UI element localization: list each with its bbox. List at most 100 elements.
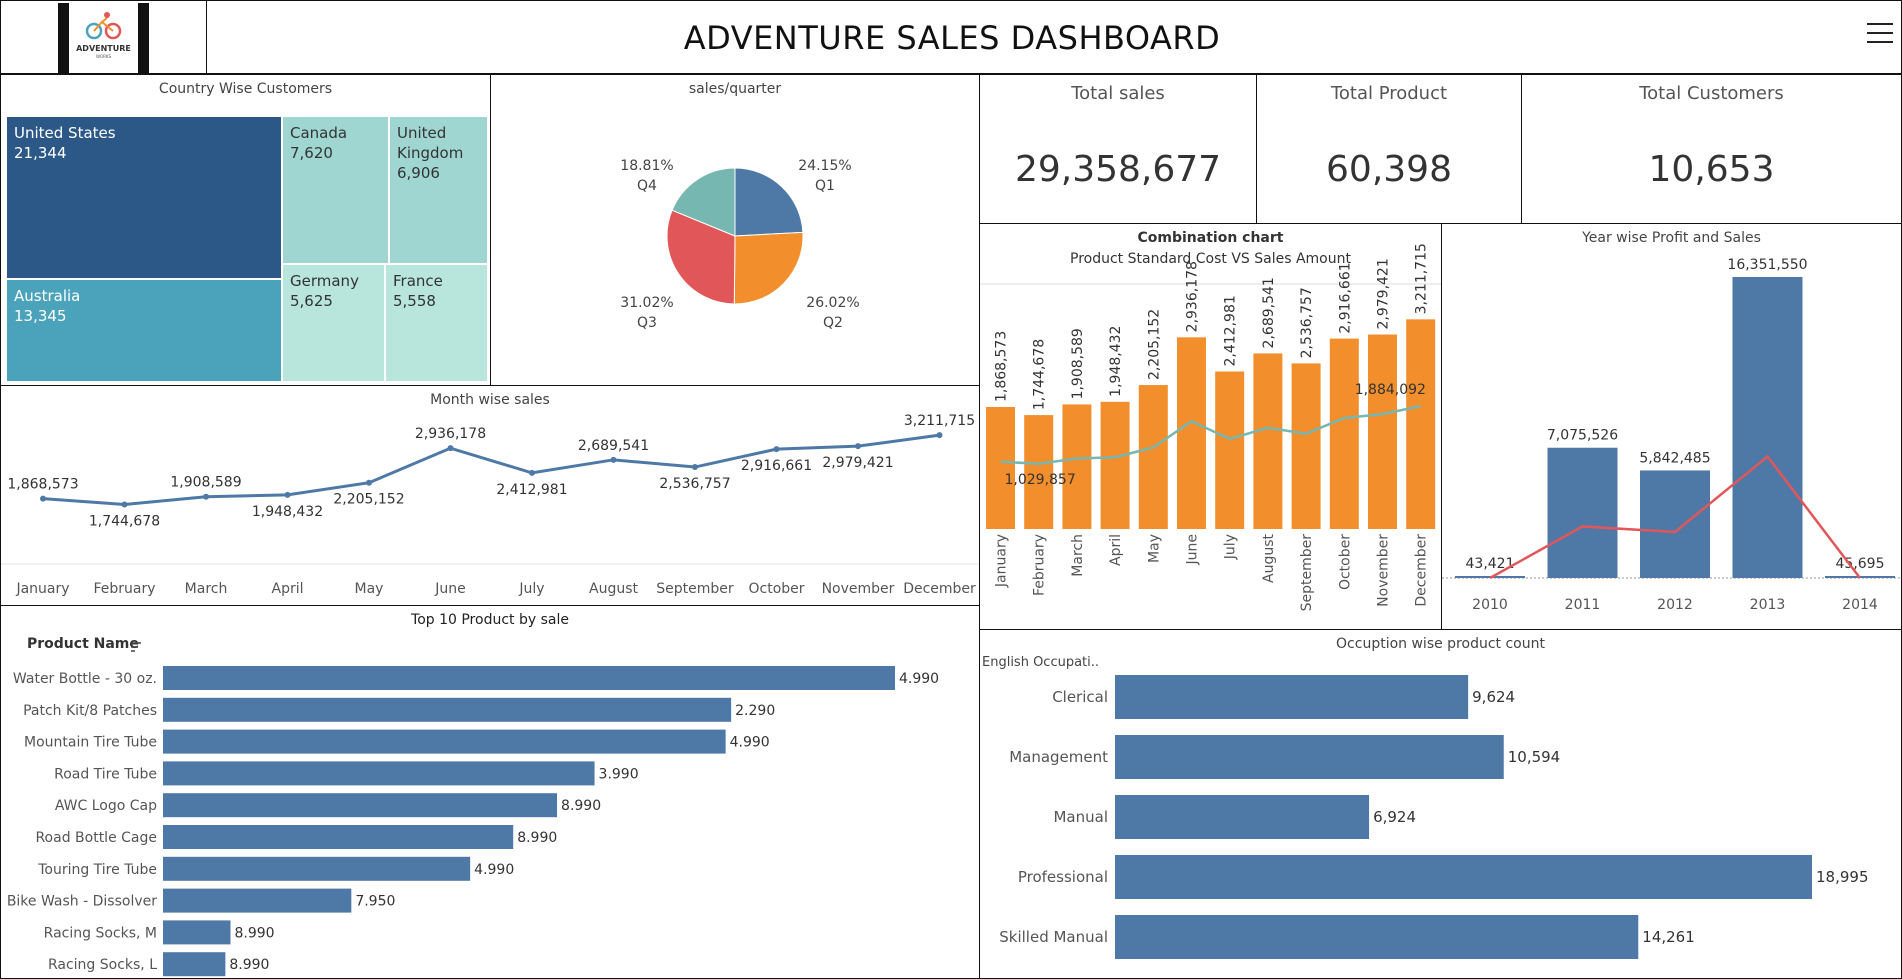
line-point xyxy=(529,469,535,476)
treemap-cell-value: 7,620 xyxy=(290,144,333,162)
product-value-label: 3.990 xyxy=(599,766,639,782)
kpi-total-product-value: 60,398 xyxy=(1326,149,1452,190)
combo-bar-label: 1,744,678 xyxy=(1032,339,1048,410)
treemap-cell-value: 6,906 xyxy=(397,164,440,182)
treemap-cell-name: United Kingdom xyxy=(397,124,464,162)
sales-quarter-panel: sales/quarter 24.15% Q1 26.02% Q2 31.02% Q3 18… xyxy=(490,74,980,386)
year-profit-sales-panel: Year wise Profit and Sales 43,421 2010 7,0… xyxy=(1441,223,1902,630)
product-bar xyxy=(163,729,726,754)
kpi-total-sales-value: 29,358,677 xyxy=(1014,149,1222,190)
line-x-tick: November xyxy=(822,581,895,597)
top-products-panel: Top 10 Product by sale Product Name Water… xyxy=(0,605,980,979)
line-data-label: 2,916,661 xyxy=(741,458,812,474)
product-bar xyxy=(163,952,226,977)
line-point xyxy=(121,501,128,508)
combo-bar-label: 2,979,421 xyxy=(1376,258,1392,329)
kpi-total-customers-value: 10,653 xyxy=(1648,149,1775,190)
line-point xyxy=(40,495,46,502)
occupation-bar xyxy=(1115,675,1469,719)
line-data-label: 2,689,541 xyxy=(578,438,649,454)
occupation-bar-chart: English Occupati.. Clerical 9,624 Managemen… xyxy=(982,655,1869,959)
pie-slice-pct: 24.15% xyxy=(798,158,851,174)
occupation-name-label: Clerical xyxy=(1052,688,1108,706)
product-value-label: 8.990 xyxy=(561,798,601,814)
product-name-label: Patch Kit/8 Patches xyxy=(23,703,157,719)
line-x-tick: May xyxy=(355,581,384,597)
bicycle-logo-icon xyxy=(85,12,122,40)
combo-sales-bar xyxy=(1253,353,1283,529)
kpi-total-sales: Total sales 29,358,677 xyxy=(979,74,1257,224)
combo-x-tick: April xyxy=(1108,534,1124,566)
adventure-works-logo: ADVENTURE WORKS xyxy=(58,3,149,73)
combo-sales-bar xyxy=(1329,338,1359,529)
year-profit-sales-chart: 43,42120107,075,52620115,842,485201216,3… xyxy=(1442,257,1901,613)
line-data-label: 1,868,573 xyxy=(7,477,78,493)
occupation-name-label: Professional xyxy=(1018,868,1108,886)
product-value-label: 8.990 xyxy=(229,957,269,973)
line-x-tick: March xyxy=(185,581,228,597)
treemap-cell-name: Australia xyxy=(14,287,81,305)
combo-sales-bar xyxy=(1368,334,1397,529)
product-bar xyxy=(163,920,231,945)
logo-subtext: WORKS xyxy=(95,54,112,59)
dashboard-title: ADVENTURE SALES DASHBOARD xyxy=(683,19,1221,57)
hamburger-menu-icon[interactable] xyxy=(1867,23,1893,45)
product-value-label: 8.990 xyxy=(517,830,557,846)
combo-x-tick: August xyxy=(1261,533,1277,583)
combo-sales-bar xyxy=(1215,371,1245,529)
combo-bar-label: 2,205,152 xyxy=(1146,309,1162,380)
year-bar-label: 16,351,550 xyxy=(1727,257,1807,273)
treemap-cell-france: France 5,558 xyxy=(385,264,488,382)
combination-chart-panel: Combination chart Product Standard Cost … xyxy=(979,223,1442,630)
line-x-tick: October xyxy=(748,581,804,597)
treemap-cell-value: 5,625 xyxy=(290,292,333,310)
occupation-bar xyxy=(1115,915,1639,959)
combo-x-tick: June xyxy=(1185,534,1201,566)
year-sales-bar xyxy=(1732,276,1803,578)
line-point xyxy=(284,491,291,498)
combo-sales-bar xyxy=(1062,404,1092,529)
product-bar xyxy=(163,856,471,881)
occupation-value-label: 14,261 xyxy=(1642,928,1695,946)
line-x-tick: February xyxy=(93,581,155,597)
combo-bar-label: 2,536,757 xyxy=(1299,287,1315,358)
combo-x-tick: October xyxy=(1337,534,1353,590)
combo-cost-label: 1,884,092 xyxy=(1355,382,1426,398)
line-point xyxy=(936,432,943,439)
occupation-value-label: 18,995 xyxy=(1816,868,1869,886)
country-treemap: United States 21,344 Australia 13,345 Canada… xyxy=(6,116,488,382)
quarter-pie-chart: 24.15% Q1 26.02% Q2 31.02% Q3 18.81% Q4 xyxy=(620,158,859,331)
line-x-tick: July xyxy=(518,581,544,597)
pie-slice-label: Q2 xyxy=(823,315,843,331)
line-data-label: 1,908,589 xyxy=(170,475,241,491)
pie-slice-q2 xyxy=(733,231,804,305)
product-name-label: Touring Tire Tube xyxy=(37,862,157,878)
line-x-tick: September xyxy=(656,581,734,597)
line-point xyxy=(447,445,454,452)
month-line-chart: 1,868,573 January 1,744,678 February 1,908,5… xyxy=(1,413,979,597)
combo-bar-label: 1,868,573 xyxy=(994,331,1010,402)
line-point xyxy=(855,443,861,450)
line-data-label: 2,936,178 xyxy=(415,426,486,442)
pie-slice-label: Q3 xyxy=(637,315,657,331)
occupation-bar xyxy=(1115,795,1370,839)
product-bar xyxy=(163,888,352,913)
year-bar-label: 7,075,526 xyxy=(1547,428,1618,444)
combo-cost-label: 1,029,857 xyxy=(1005,472,1076,488)
combo-bar-label: 2,916,661 xyxy=(1337,262,1353,333)
kpi-total-product: Total Product 60,398 xyxy=(1256,74,1522,224)
combo-x-tick: September xyxy=(1299,534,1315,612)
line-data-label: 1,744,678 xyxy=(89,513,160,529)
kpi-total-customers-label: Total Customers xyxy=(1639,83,1784,104)
line-point xyxy=(203,493,209,500)
year-x-tick: 2013 xyxy=(1750,597,1786,613)
product-value-label: 2.290 xyxy=(735,703,775,719)
product-value-label: 4.990 xyxy=(474,862,514,878)
occupation-axis-label: English Occupati.. xyxy=(982,655,1099,670)
treemap-cell-name: United States xyxy=(14,124,116,142)
product-value-label: 7.950 xyxy=(355,894,395,910)
year-x-tick: 2010 xyxy=(1472,597,1508,613)
combo-bar-label: 1,908,589 xyxy=(1070,328,1086,399)
line-x-tick: April xyxy=(272,581,304,597)
pie-slice-label: Q1 xyxy=(815,178,835,194)
